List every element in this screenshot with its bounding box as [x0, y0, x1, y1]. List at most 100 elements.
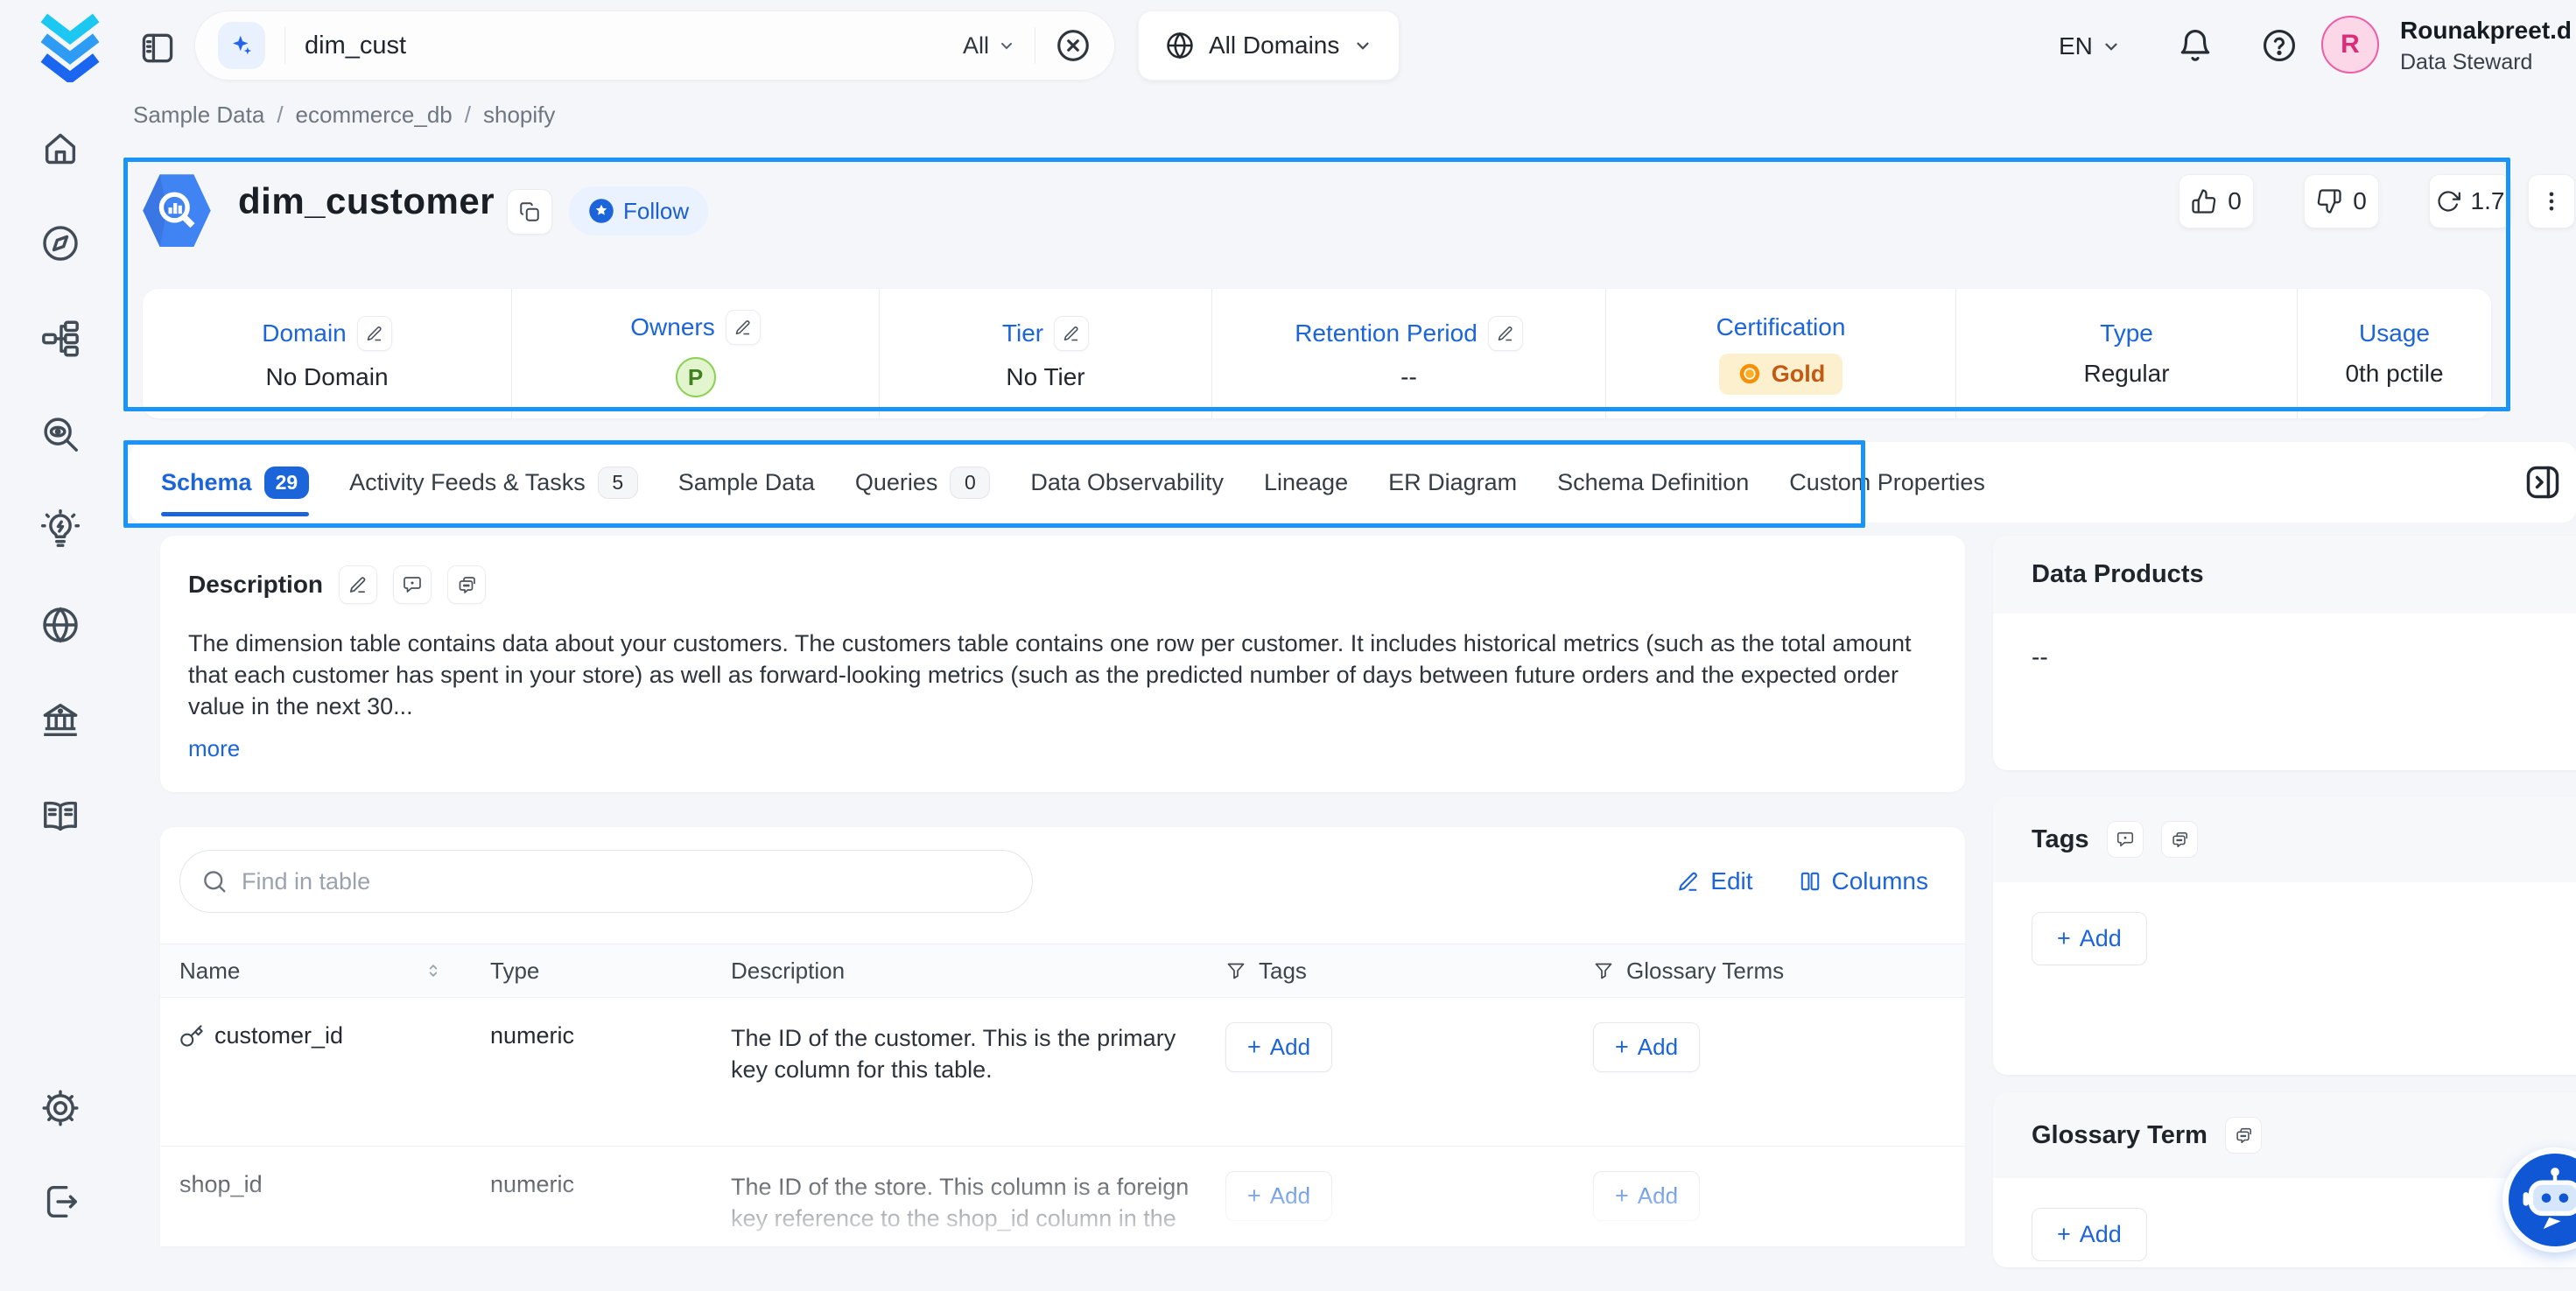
table-search-input[interactable] [242, 868, 1011, 895]
column-type: numeric [477, 1171, 718, 1198]
description-more-link[interactable]: more [188, 735, 240, 762]
upvote-count: 0 [2228, 187, 2242, 215]
tab-data-observability[interactable]: Data Observability [1030, 442, 1224, 523]
collapse-right-panel-icon[interactable] [2523, 463, 2562, 502]
breadcrumb: Sample Data / ecommerce_db / shopify [133, 102, 555, 129]
add-glossary-term-button[interactable]: Add [1593, 1171, 1700, 1221]
sidebar-item-observability[interactable] [40, 414, 81, 454]
meta-domain-value: No Domain [265, 363, 388, 391]
glossary-request-button[interactable] [2225, 1117, 2262, 1154]
sidebar-item-logout[interactable] [40, 1182, 81, 1222]
search-input[interactable] [305, 32, 944, 60]
sidebar-item-home[interactable] [40, 128, 81, 168]
tab-sample-data[interactable]: Sample Data [678, 442, 815, 523]
column-description: The ID of the store. This column is a fo… [718, 1171, 1195, 1246]
certification-badge: Gold [1719, 354, 1843, 395]
edit-retention-button[interactable] [1488, 316, 1523, 351]
tab-label: Sample Data [678, 469, 815, 496]
language-selector[interactable]: EN [2059, 0, 2121, 92]
tab-er-diagram[interactable]: ER Diagram [1388, 442, 1517, 523]
notifications-bell-icon[interactable] [2177, 27, 2214, 64]
user-meta[interactable]: Rounakpreet.d Data Steward [2400, 15, 2572, 78]
owner-avatar[interactable]: P [676, 357, 716, 397]
sidebar-item-settings[interactable] [40, 1088, 81, 1128]
tags-request-button[interactable] [2161, 821, 2198, 858]
add-tag-button[interactable]: Add [2032, 912, 2147, 965]
column-header-glossary-terms[interactable]: Glossary Terms [1580, 958, 1965, 985]
column-name-cell[interactable]: customer_id [179, 1022, 477, 1049]
chat-assistant-button[interactable] [2509, 1154, 2576, 1246]
pencil-icon [734, 319, 752, 336]
column-header-type[interactable]: Type [477, 958, 718, 985]
breadcrumb-item[interactable]: Sample Data [133, 102, 264, 129]
tags-cell: Add [1212, 1022, 1580, 1072]
entity-tabs-bar: Schema 29 Activity Feeds & Tasks 5 Sampl… [130, 442, 2576, 523]
ai-sparkle-icon [218, 22, 265, 69]
bigquery-service-icon [137, 168, 216, 254]
domains-filter-button[interactable]: All Domains [1138, 11, 1400, 81]
tab-schema-definition[interactable]: Schema Definition [1557, 442, 1749, 523]
column-header-name[interactable]: Name [179, 958, 477, 985]
upvote-button[interactable]: 0 [2179, 174, 2254, 228]
plus-icon [2057, 1221, 2071, 1248]
data-products-value: -- [1993, 614, 2576, 701]
glossary-cell: Add [1580, 1171, 1965, 1221]
version-button[interactable]: 1.7 [2429, 174, 2511, 228]
edit-tier-button[interactable] [1054, 316, 1089, 351]
follow-button[interactable]: Follow [569, 186, 708, 235]
star-icon [588, 198, 614, 224]
sidebar-item-glossary[interactable] [40, 796, 81, 836]
sidebar-item-insights[interactable] [40, 509, 81, 550]
sidebar-toggle-icon[interactable] [138, 29, 177, 67]
add-tag-button[interactable]: Add [1225, 1171, 1332, 1221]
column-header-tags[interactable]: Tags [1212, 958, 1580, 985]
search-scope-dropdown[interactable]: All [963, 32, 1015, 60]
meta-type: Type Regular [1956, 289, 2298, 418]
add-glossary-term-button[interactable]: Add [1593, 1022, 1700, 1072]
table-search-field[interactable] [179, 850, 1033, 913]
user-avatar[interactable]: R [2321, 16, 2379, 74]
tab-activity-feeds[interactable]: Activity Feeds & Tasks 5 [349, 442, 638, 523]
gold-medal-icon [1737, 361, 1763, 387]
tab-schema[interactable]: Schema 29 [161, 442, 309, 523]
column-name: customer_id [214, 1022, 343, 1049]
breadcrumb-item[interactable]: ecommerce_db [296, 102, 453, 129]
data-products-card: Data Products -- [1993, 536, 2576, 770]
thumbs-up-icon [2191, 188, 2217, 214]
chevron-down-icon [2102, 37, 2121, 56]
app-logo[interactable] [33, 9, 107, 82]
tab-lineage[interactable]: Lineage [1264, 442, 1348, 523]
copy-name-button[interactable] [507, 189, 552, 235]
downvote-button[interactable]: 0 [2304, 174, 2379, 228]
tab-custom-properties[interactable]: Custom Properties [1789, 442, 1985, 523]
edit-domain-button[interactable] [357, 316, 392, 351]
columns-config-button[interactable]: Columns [1799, 867, 1928, 895]
breadcrumb-item[interactable]: shopify [483, 102, 555, 129]
sidebar-item-domains[interactable] [40, 605, 81, 645]
add-glossary-term-button[interactable]: Add [2032, 1208, 2147, 1261]
meta-retention-label: Retention Period [1295, 319, 1478, 347]
request-update-icon [2234, 1126, 2253, 1145]
plus-icon [1615, 1034, 1629, 1061]
clear-search-icon[interactable] [1055, 27, 1091, 64]
column-name-cell[interactable]: shop_id [179, 1171, 477, 1198]
pencil-icon [1677, 870, 1700, 893]
tab-queries[interactable]: Queries 0 [855, 442, 991, 523]
edit-description-button[interactable] [339, 565, 377, 604]
meta-type-value: Regular [2083, 360, 2169, 388]
sidebar-item-governance[interactable] [40, 700, 81, 740]
tags-comment-button[interactable] [2107, 821, 2144, 858]
column-header-description[interactable]: Description [718, 958, 1212, 985]
comment-description-button[interactable] [393, 565, 432, 604]
add-tag-button[interactable]: Add [1225, 1022, 1332, 1072]
tab-label: Schema [161, 469, 252, 496]
request-description-button[interactable] [447, 565, 486, 604]
more-options-button[interactable] [2528, 174, 2575, 228]
help-icon[interactable] [2261, 27, 2298, 64]
edit-table-button[interactable]: Edit [1677, 867, 1752, 895]
robot-icon [2509, 1154, 2576, 1246]
edit-owners-button[interactable] [726, 310, 761, 345]
sidebar-item-data-flow[interactable] [40, 319, 81, 359]
global-search-bar[interactable]: All [194, 11, 1115, 81]
sidebar-item-explore[interactable] [40, 223, 81, 263]
